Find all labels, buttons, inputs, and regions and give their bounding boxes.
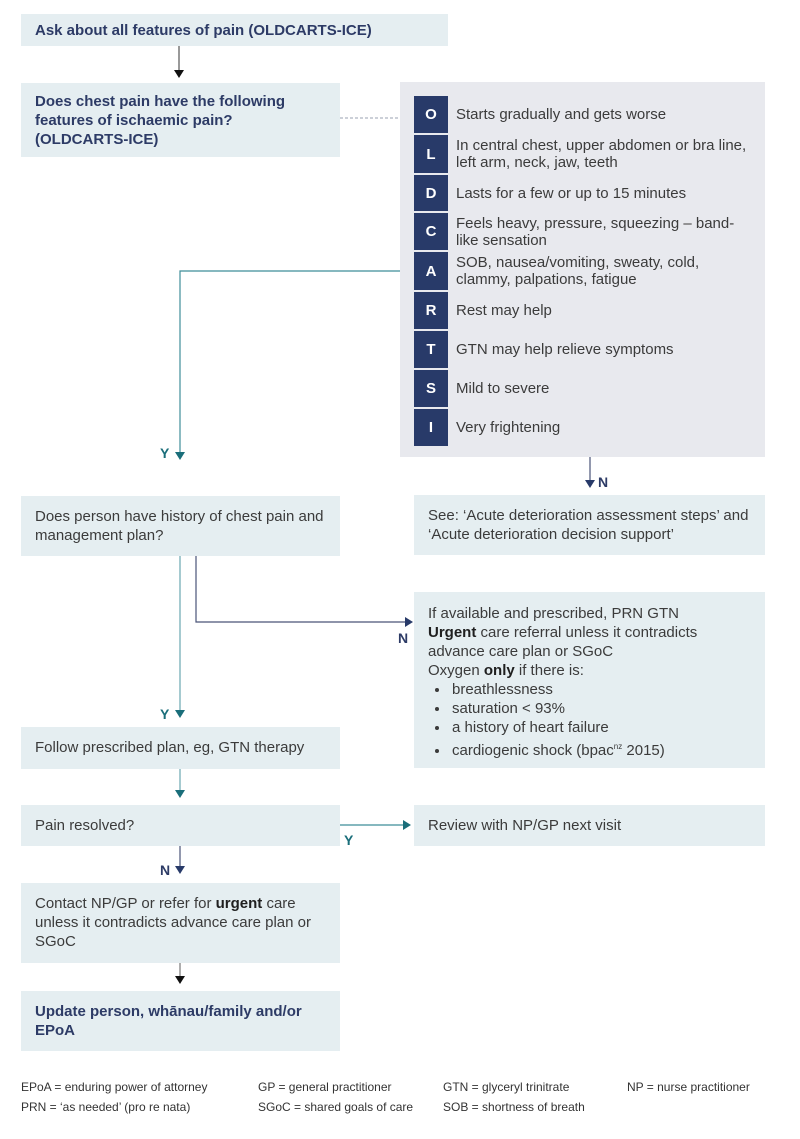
arrowhead	[175, 866, 185, 874]
bpac-superscript: nz	[613, 742, 623, 751]
oldcarts-letter: S	[414, 370, 448, 407]
oldcarts-text: Feels heavy, pressure, squeezing – band-…	[456, 214, 735, 249]
oldcarts-row: A SOB, nausea/vomiting, sweaty, cold, cla…	[414, 252, 765, 290]
prn-node: If available and prescribed, PRN GTN Urg…	[414, 592, 765, 768]
edge-label-no: N	[398, 630, 409, 646]
legend-item: NP = nurse practitioner	[627, 1080, 750, 1094]
arrowhead	[585, 480, 595, 488]
prn-line-3-post: if there is:	[514, 662, 584, 679]
edge-label-no: N	[160, 862, 171, 878]
edge-label-yes: Y	[160, 706, 170, 722]
see-other-node: See: ‘Acute deterioration assessment ste…	[414, 495, 765, 555]
oldcarts-letter: C	[414, 213, 448, 250]
oldcarts-row: O Starts gradually and gets worse	[414, 96, 765, 133]
oldcarts-text: Mild to severe	[456, 380, 550, 397]
oldcarts-letter: D	[414, 175, 448, 211]
contact-urgent: urgent	[215, 895, 263, 912]
arrowhead	[174, 70, 184, 78]
oldcarts-text: SOB, nausea/vomiting, sweaty, cold, clam…	[456, 254, 700, 288]
update-text: Update person, whānau/family and/or EPoA	[35, 1003, 302, 1039]
start-node-text: Ask about all features of pain (OLDCARTS…	[35, 22, 372, 39]
oldcarts-text: Lasts for a few or up to 15 minutes	[456, 184, 687, 202]
legend-item: SOB = shortness of breath	[443, 1100, 585, 1114]
arrow-no-to-prn	[195, 556, 405, 623]
oxygen-criteria-list: breathlessness saturation < 93% a histor…	[428, 680, 751, 760]
oldcarts-row: R Rest may help	[414, 292, 765, 329]
oxygen-criterion: cardiogenic shock (bpacnz 2015)	[450, 737, 751, 760]
prn-line-3-pre: Oxygen	[428, 662, 484, 679]
arrowhead	[403, 820, 411, 830]
prn-line-2: Urgent care referral unless it contradic…	[428, 623, 751, 661]
oldcarts-row: D Lasts for a few or up to 15 minutes	[414, 175, 765, 211]
oldcarts-text: Rest may help	[456, 302, 552, 319]
pain-resolved-node: Pain resolved?	[21, 805, 340, 846]
prn-line-1: If available and prescribed, PRN GTN	[428, 605, 679, 622]
arrowhead	[175, 452, 185, 460]
review-node: Review with NP/GP next visit	[414, 805, 765, 846]
oxygen-criterion: breathlessness	[450, 680, 751, 699]
arrowhead	[175, 976, 185, 984]
arrowhead	[175, 710, 185, 718]
edge-label-yes: Y	[344, 832, 354, 848]
oldcarts-letter: T	[414, 331, 448, 368]
contact-text-pre: Contact NP/GP or refer for	[35, 895, 216, 912]
legend-item: EPoA = enduring power of attorney	[21, 1080, 208, 1094]
legend-item: PRN = ‘as needed’ (pro re nata)	[21, 1100, 191, 1114]
oldcarts-letter: O	[414, 96, 448, 133]
oxygen-criterion-text: cardiogenic shock (bpac	[452, 742, 614, 759]
arrowhead	[175, 790, 185, 798]
oldcarts-panel: O Starts gradually and gets worse L In cen…	[400, 82, 765, 457]
legend-item: SGoC = shared goals of care	[258, 1100, 414, 1114]
legend-item: GTN = glyceryl trinitrate	[443, 1080, 570, 1094]
contact-node: Contact NP/GP or refer for urgent care u…	[21, 883, 340, 963]
oldcarts-letter: A	[414, 252, 448, 290]
oxygen-criterion: saturation < 93%	[450, 699, 751, 718]
arrow-yes-to-history	[179, 270, 400, 452]
oldcarts-letter: R	[414, 292, 448, 329]
oldcarts-text: In central chest, upper abdomen or bra l…	[456, 137, 747, 171]
start-node: Ask about all features of pain (OLDCARTS…	[21, 14, 448, 46]
edge-label-no: N	[598, 474, 609, 490]
oldcarts-row: C Feels heavy, pressure, squeezing – band…	[414, 213, 765, 250]
prn-line-3: Oxygen only if there is:	[428, 661, 751, 680]
pain-resolved-text: Pain resolved?	[35, 817, 135, 834]
ischaemic-question-node: Does chest pain have the following featu…	[21, 83, 340, 157]
review-text: Review with NP/GP next visit	[428, 817, 622, 834]
oldcarts-text: Starts gradually and gets worse	[456, 106, 667, 123]
oxygen-criterion-tail: 2015)	[622, 742, 665, 759]
update-node: Update person, whānau/family and/or EPoA	[21, 991, 340, 1051]
arrowhead	[405, 617, 413, 627]
oldcarts-row: S Mild to severe	[414, 370, 765, 407]
prn-only: only	[483, 662, 515, 679]
history-question-text: Does person have history of chest pain a…	[35, 508, 324, 544]
oxygen-criterion: a history of heart failure	[450, 718, 751, 737]
oldcarts-letter: I	[414, 409, 448, 446]
history-question-node: Does person have history of chest pain a…	[21, 496, 340, 556]
follow-plan-text: Follow prescribed plan, eg, GTN therapy	[35, 739, 305, 756]
follow-plan-node: Follow prescribed plan, eg, GTN therapy	[21, 727, 340, 769]
edge-label-yes: Y	[160, 445, 170, 461]
legend-item: GP = general practitioner	[258, 1080, 392, 1094]
oldcarts-row: L In central chest, upper abdomen or bra …	[414, 135, 765, 173]
see-other-text: See: ‘Acute deterioration assessment ste…	[428, 507, 749, 543]
oldcarts-text: GTN may help relieve symptoms	[456, 341, 674, 358]
oldcarts-letter: L	[414, 135, 448, 173]
oldcarts-text: Very frightening	[456, 419, 561, 436]
oldcarts-row: T GTN may help relieve symptoms	[414, 331, 765, 368]
oldcarts-row: I Very frightening	[414, 409, 765, 446]
prn-urgent: Urgent	[428, 624, 477, 641]
ischaemic-question-text: Does chest pain have the following featu…	[35, 93, 286, 148]
